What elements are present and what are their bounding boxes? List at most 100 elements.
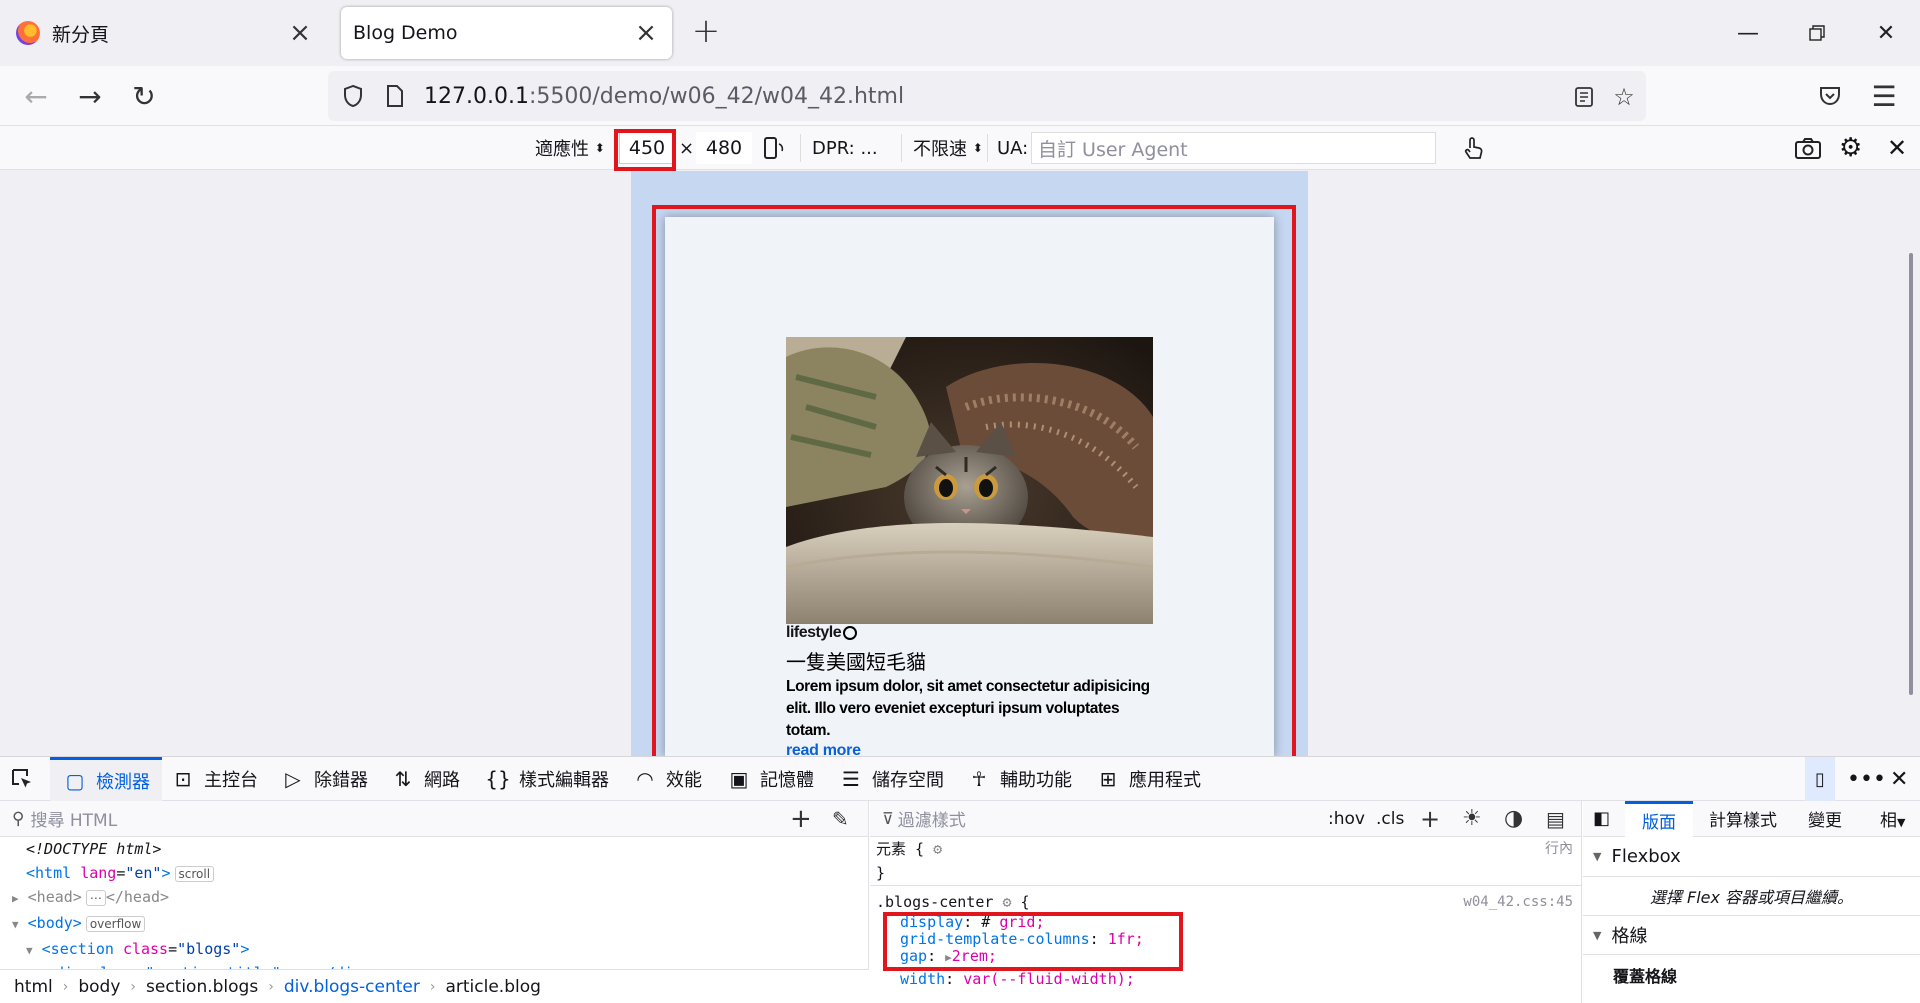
reload-icon[interactable]: ↻ xyxy=(122,74,166,118)
tab-blog-demo[interactable]: Blog Demo × xyxy=(341,7,672,59)
responsive-mode-icon[interactable]: ▯ xyxy=(1805,757,1835,801)
page-icon[interactable] xyxy=(380,81,410,111)
chevron-right-icon: › xyxy=(62,978,69,995)
add-rule-icon[interactable]: + xyxy=(1420,805,1440,833)
forward-icon[interactable]: → xyxy=(68,74,112,118)
filter-styles-input[interactable]: 過濾樣式 xyxy=(898,806,966,831)
light-scheme-icon[interactable]: ☀ xyxy=(1462,806,1482,831)
tag-close: > xyxy=(161,864,171,882)
close-devtools-icon[interactable]: ✕ xyxy=(1890,757,1908,801)
section-node[interactable]: ▼ <section class="blogs"> xyxy=(26,937,868,963)
page-scrollbar[interactable] xyxy=(1909,253,1913,695)
tab-label: 網路 xyxy=(424,770,460,791)
tab-application[interactable]: ⊞ 應用程式 xyxy=(1095,757,1201,801)
throttle-label: 不限速 xyxy=(913,139,967,160)
tab-new-tab[interactable]: 新分頁 × xyxy=(6,7,326,59)
tab-performance[interactable]: ◠ 效能 xyxy=(632,757,702,801)
touch-simulation-icon[interactable] xyxy=(1462,126,1484,170)
breadcrumb-item[interactable]: div.blogs-center xyxy=(284,977,420,997)
element-rule[interactable]: 元素 { ⚙ 行內 xyxy=(876,837,1581,861)
tab-memory[interactable]: ▣ 記憶體 xyxy=(726,757,814,801)
breadcrumb-item[interactable]: body xyxy=(78,977,120,997)
breadcrumb-item[interactable]: article.blog xyxy=(445,977,540,997)
device-select-label: 適應性 xyxy=(535,139,589,160)
updown-icon: ⬍ xyxy=(594,141,605,155)
user-agent-input[interactable]: 自訂 User Agent xyxy=(1031,132,1436,164)
collapse-arrow-icon[interactable]: ▼ xyxy=(12,918,19,931)
overflow-badge[interactable]: overflow xyxy=(85,916,146,932)
hov-toggle[interactable]: :hov xyxy=(1328,809,1365,829)
close-tab-icon[interactable]: × xyxy=(628,15,664,51)
tab-debugger[interactable]: ▷ 除錯器 xyxy=(280,757,368,801)
tab-network[interactable]: ⇅ 網路 xyxy=(390,757,460,801)
tab-computed[interactable]: 計算樣式 xyxy=(1709,806,1777,831)
more-options-icon[interactable]: ••• xyxy=(1847,757,1886,801)
html-node[interactable]: <html lang="en"> scroll xyxy=(26,861,868,885)
chevron-right-icon: › xyxy=(130,978,136,995)
tab-layout[interactable]: 版面 xyxy=(1625,801,1693,837)
body-node[interactable]: ▼ <body> overflow xyxy=(12,911,868,937)
close-tab-icon[interactable]: × xyxy=(282,15,318,51)
screenshot-icon[interactable] xyxy=(1795,126,1821,170)
tag-name: <body> xyxy=(27,914,82,932)
tab-accessibility[interactable]: ☥ 輔助功能 xyxy=(966,757,1072,801)
markup-pane: ⚲ 搜尋 HTML + ✎ <!DOCTYPE html> <html lang… xyxy=(0,801,869,1003)
back-icon[interactable]: ← xyxy=(14,74,58,118)
expand-arrow-icon[interactable]: ▶ xyxy=(12,892,19,905)
breadcrumb-item[interactable]: html xyxy=(14,977,53,997)
dpr-select[interactable]: DPR: ... xyxy=(812,126,878,170)
tab-storage[interactable]: ☰ 儲存空間 xyxy=(838,757,944,801)
pocket-icon[interactable] xyxy=(1808,74,1852,118)
eyedropper-icon[interactable]: ✎ xyxy=(832,807,849,831)
doctype-line[interactable]: <!DOCTYPE html> xyxy=(26,837,868,861)
tab-style-editor[interactable]: {} 樣式編輯器 xyxy=(485,757,609,801)
throttle-select[interactable]: 不限速 ⬍ xyxy=(913,126,983,170)
tag-close: > xyxy=(240,940,250,958)
settings-gear-icon[interactable]: ⚙ xyxy=(1839,126,1862,170)
reader-view-icon[interactable] xyxy=(1566,79,1602,115)
collapsed-badge[interactable]: ⋯ xyxy=(85,890,106,906)
new-tab-button[interactable]: + xyxy=(688,14,724,50)
device-select[interactable]: 適應性 ⬍ xyxy=(535,126,605,170)
add-node-icon[interactable]: + xyxy=(790,804,812,834)
tab-inspector[interactable]: ▢ 檢測器 xyxy=(50,757,162,801)
tab-more[interactable]: 相▼ xyxy=(1880,806,1905,831)
performance-icon: ◠ xyxy=(636,767,654,791)
responsive-toolbar: 適應性 ⬍ 450 × 480 DPR: ... 不限速 ⬍ UA: 自訂 Us… xyxy=(0,126,1920,170)
bookmark-star-icon[interactable]: ☆ xyxy=(1606,79,1642,115)
menu-icon[interactable]: ☰ xyxy=(1862,74,1906,118)
rules-toolbar: ⊽ 過濾樣式 :hov .cls + ☀ ◑ ▤ xyxy=(870,801,1581,837)
element-picker-icon[interactable] xyxy=(10,757,40,801)
blogs-center-rule[interactable]: .blogs-center ⚙ { w04_42.css:45 xyxy=(870,885,1581,914)
debugger-icon: ▷ xyxy=(285,767,301,791)
url-path: :5500/demo/w06_42/w04_42.html xyxy=(528,83,905,109)
restore-icon[interactable] xyxy=(1793,10,1841,56)
url-bar[interactable]: 127.0.0.1:5500/demo/w06_42/w04_42.html ☆ xyxy=(328,71,1646,121)
scroll-badge[interactable]: scroll xyxy=(174,866,215,882)
collapse-arrow-icon[interactable]: ▼ xyxy=(26,944,33,957)
tab-label: 記憶體 xyxy=(760,770,814,791)
rotate-icon[interactable] xyxy=(762,126,786,170)
rule-brace: { xyxy=(1020,893,1030,911)
tab-console[interactable]: ⊡ 主控台 xyxy=(170,757,258,801)
minimize-icon[interactable]: — xyxy=(1724,10,1772,56)
dark-scheme-icon[interactable]: ◑ xyxy=(1504,806,1523,831)
breadcrumb: html › body › section.blogs › div.blogs-cen… xyxy=(0,969,869,1003)
close-window-icon[interactable]: ✕ xyxy=(1862,10,1910,56)
breadcrumb-item[interactable]: section.blogs xyxy=(146,977,258,997)
doctype-text: <!DOCTYPE html> xyxy=(26,840,162,858)
close-rdm-icon[interactable]: ✕ xyxy=(1887,126,1907,170)
viewport-height-input[interactable]: 480 xyxy=(696,132,752,164)
grid-section-header[interactable]: ▼ 格線 xyxy=(1583,915,1920,955)
shield-icon[interactable] xyxy=(338,81,368,111)
tab-changes[interactable]: 變更 xyxy=(1808,806,1842,831)
cls-toggle[interactable]: .cls xyxy=(1376,809,1404,829)
rule-source-link[interactable]: w04_42.css:45 xyxy=(1463,890,1573,914)
toggle-sidebar-icon[interactable]: ◧ xyxy=(1593,808,1610,829)
print-media-icon[interactable]: ▤ xyxy=(1546,807,1565,831)
flexbox-section-header[interactable]: ▼ Flexbox xyxy=(1583,837,1920,877)
layout-pane: ◧ 版面 計算樣式 變更 相▼ ▼ Flexbox 選擇 Flex 容器或項目繼續… xyxy=(1583,801,1920,1003)
search-html-input[interactable]: 搜尋 HTML xyxy=(30,806,117,831)
width-highlight-box xyxy=(614,129,676,171)
head-node[interactable]: ▶ <head> ⋯ </head> xyxy=(12,885,868,911)
